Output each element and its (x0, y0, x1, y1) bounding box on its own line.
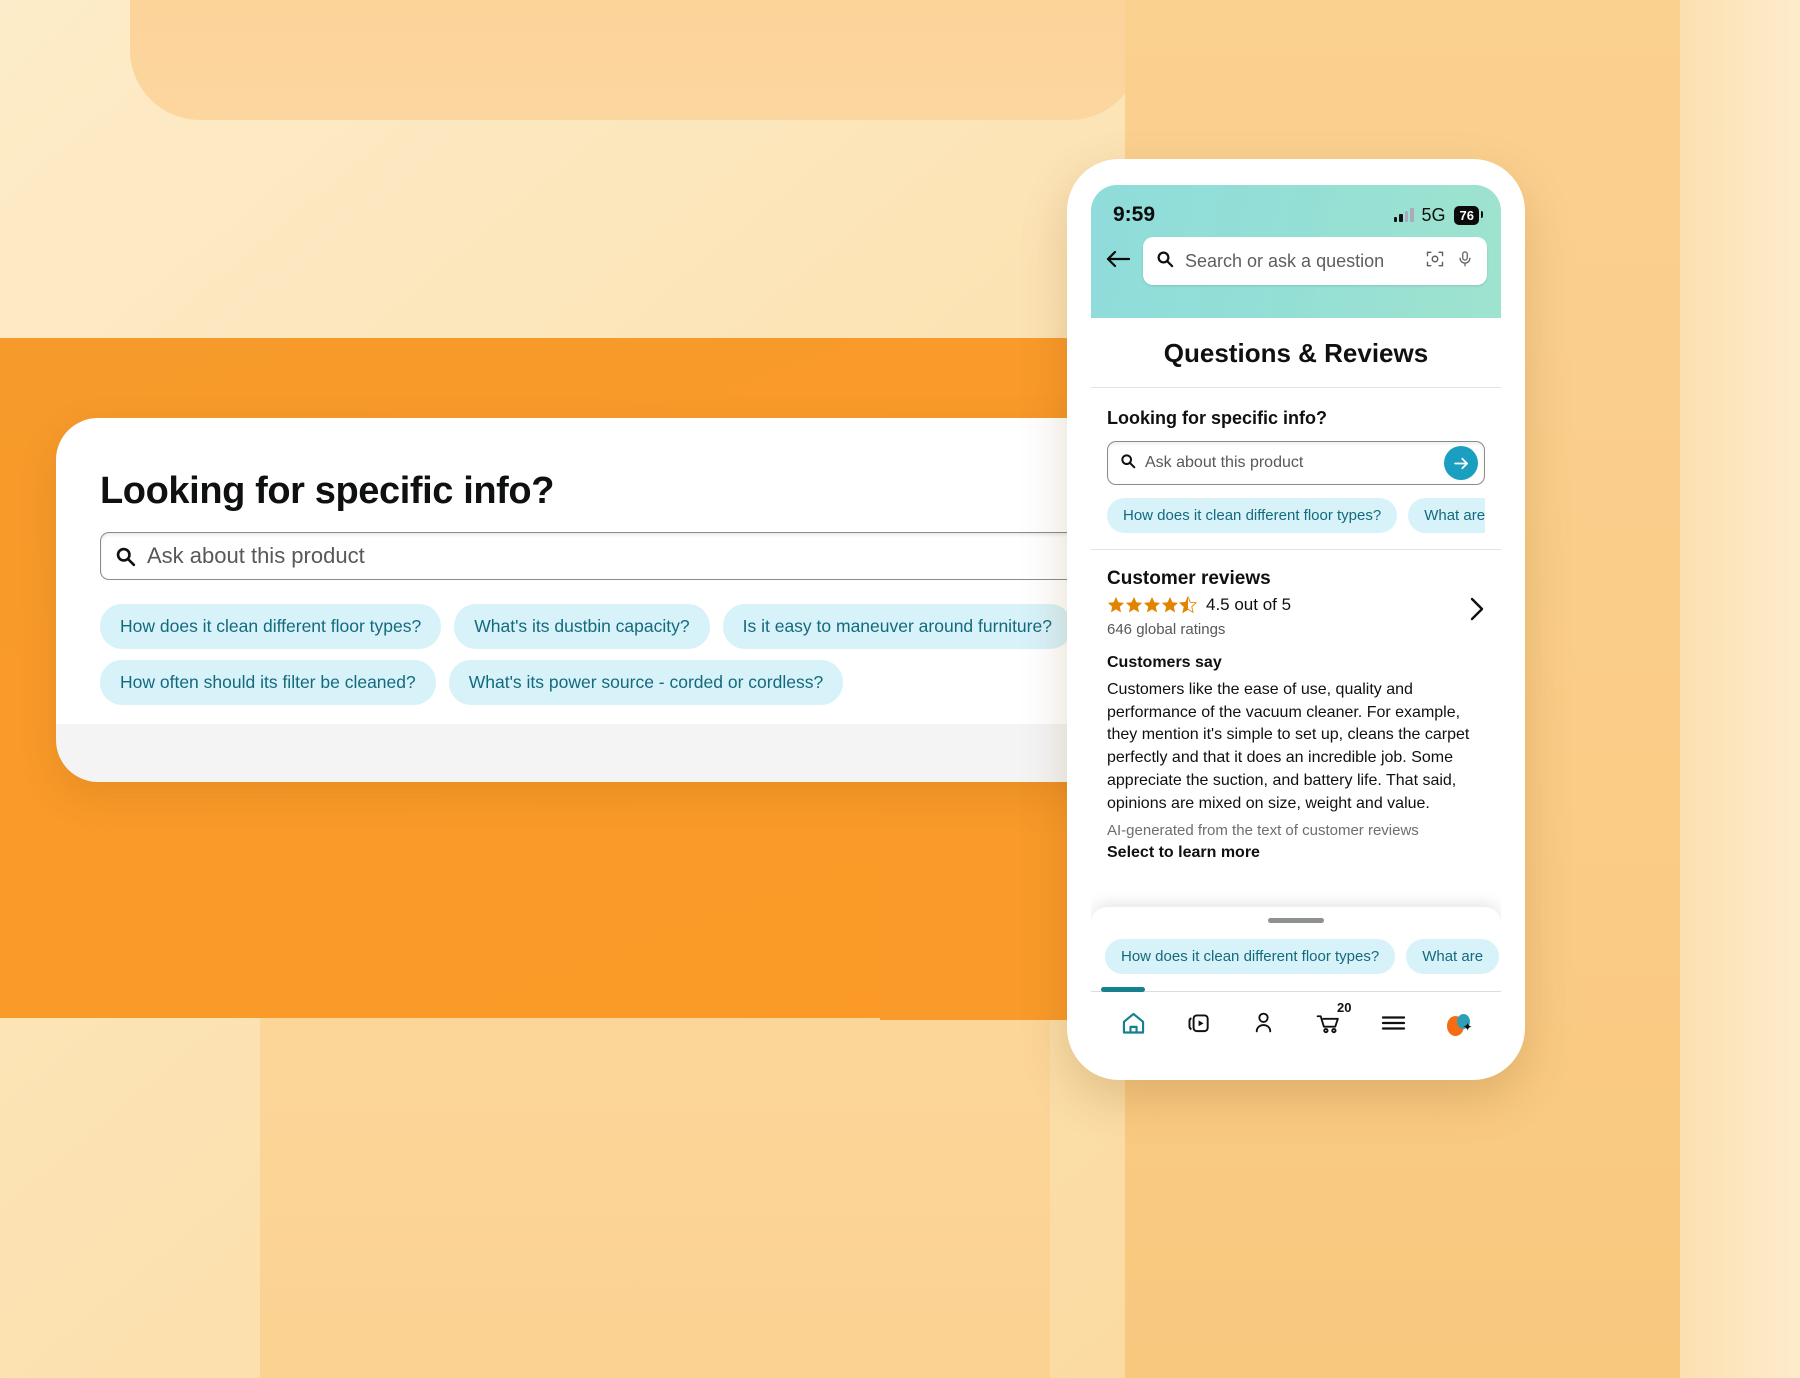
ask-about-product-placeholder-mobile: Ask about this product (1145, 454, 1304, 471)
star-rating-icon (1107, 596, 1197, 614)
network-label: 5G (1421, 204, 1446, 225)
suggested-question-chip-list-mobile: How does it clean different floor types?… (1107, 498, 1485, 533)
customers-say-summary: Customers like the ease of use, quality … (1107, 681, 1470, 812)
suggested-question-chip[interactable]: How does it clean different floor types? (100, 604, 442, 649)
desktop-specific-info-card: Looking for specific info? Ask about thi… (56, 418, 1191, 782)
status-time: 9:59 (1113, 203, 1156, 226)
global-search-placeholder: Search or ask a question (1185, 250, 1385, 271)
camera-lens-icon[interactable] (1425, 249, 1445, 274)
submit-question-button[interactable] (1444, 446, 1478, 480)
select-to-learn-more[interactable]: Select to learn more (1107, 844, 1485, 862)
suggested-question-chip[interactable]: How often should its filter be cleaned? (100, 660, 436, 705)
rating-text: 4.5 out of 5 (1206, 595, 1292, 614)
search-row: Search or ask a question (1091, 237, 1501, 285)
ask-about-product-input[interactable]: Ask about this product (100, 532, 1191, 580)
rating-row: 4.5 out of 5 (1107, 595, 1485, 615)
home-icon (1120, 1010, 1147, 1042)
video-play-icon (1186, 1010, 1212, 1041)
specific-info-heading: Looking for specific info? (1107, 408, 1327, 428)
ai-generated-note: AI-generated from the text of customer r… (1107, 822, 1419, 840)
person-icon (1251, 1010, 1276, 1041)
signal-bars-icon (1393, 208, 1414, 222)
global-ratings-count: 646 global ratings (1107, 621, 1226, 638)
ask-about-product-input-mobile[interactable]: Ask about this product (1107, 441, 1485, 485)
phone-screen: 9:59 5G 76 Search or ask a question Ques… (1091, 185, 1501, 1059)
phone-content: Questions & Reviews Looking for specific… (1091, 318, 1501, 1059)
microphone-icon[interactable] (1456, 249, 1474, 274)
questions-reviews-title: Questions & Reviews (1091, 318, 1501, 388)
search-icon (1156, 250, 1174, 273)
customer-reviews-heading: Customer reviews (1107, 568, 1271, 589)
suggested-question-chip[interactable]: What are (1408, 498, 1485, 533)
nav-item-cart[interactable]: 20 (1302, 999, 1356, 1051)
drag-handle[interactable] (1268, 918, 1324, 923)
active-tab-indicator (1101, 987, 1145, 992)
suggested-question-chip[interactable]: Is it easy to maneuver around furniture? (722, 604, 1072, 649)
bottom-navigation-bar: 20 ✦ (1091, 987, 1501, 1059)
specific-info-section: Looking for specific info? Ask about thi… (1091, 388, 1501, 533)
ask-about-product-placeholder: Ask about this product (147, 543, 365, 568)
customers-say-block: Customers say Customers like the ease of… (1107, 654, 1485, 862)
rufus-ai-icon: ✦ (1445, 1013, 1473, 1039)
suggested-question-chip[interactable]: What's its dustbin capacity? (454, 604, 710, 649)
suggested-question-chip[interactable]: What's its power source - corded or cord… (448, 660, 844, 705)
background-panel-right-edge (1680, 0, 1800, 1378)
nav-item-menu[interactable] (1367, 1001, 1421, 1051)
cart-badge-count: 20 (1337, 999, 1352, 1015)
phone-mockup: 9:59 5G 76 Search or ask a question Ques… (1067, 159, 1525, 1080)
status-bar: 9:59 5G 76 (1091, 185, 1501, 231)
phone-header: 9:59 5G 76 Search or ask a question (1091, 185, 1501, 318)
search-icon (115, 546, 136, 567)
battery-icon: 76 (1453, 205, 1484, 225)
suggested-question-chip[interactable]: How does it clean different floor types? (1107, 498, 1398, 533)
cart-icon (1315, 1010, 1342, 1041)
suggested-question-chip[interactable]: How does it clean different floor types? (1105, 939, 1396, 974)
back-arrow-icon[interactable] (1105, 248, 1131, 275)
page-title: Looking for specific info? (100, 470, 555, 512)
hamburger-menu-icon (1380, 1013, 1407, 1038)
customers-say-heading: Customers say (1107, 654, 1222, 671)
suggested-question-chip-list: How does it clean different floor types?… (100, 604, 1191, 705)
bottom-sheet-chip-list: How does it clean different floor types?… (1091, 939, 1501, 974)
nav-item-media[interactable] (1172, 1001, 1226, 1051)
background-shape-top (130, 0, 1140, 120)
chevron-right-icon[interactable] (1469, 596, 1485, 627)
search-icon (1120, 453, 1136, 474)
nav-item-account[interactable] (1237, 1001, 1291, 1051)
global-search-input[interactable]: Search or ask a question (1143, 237, 1487, 285)
nav-item-home[interactable] (1107, 1001, 1161, 1051)
status-indicators: 5G 76 (1393, 204, 1484, 226)
suggested-question-chip[interactable]: What are (1406, 939, 1500, 974)
customer-reviews-section[interactable]: Customer reviews 4.5 out of 5 646 global… (1091, 549, 1501, 862)
nav-item-rufus[interactable]: ✦ (1432, 1001, 1486, 1051)
